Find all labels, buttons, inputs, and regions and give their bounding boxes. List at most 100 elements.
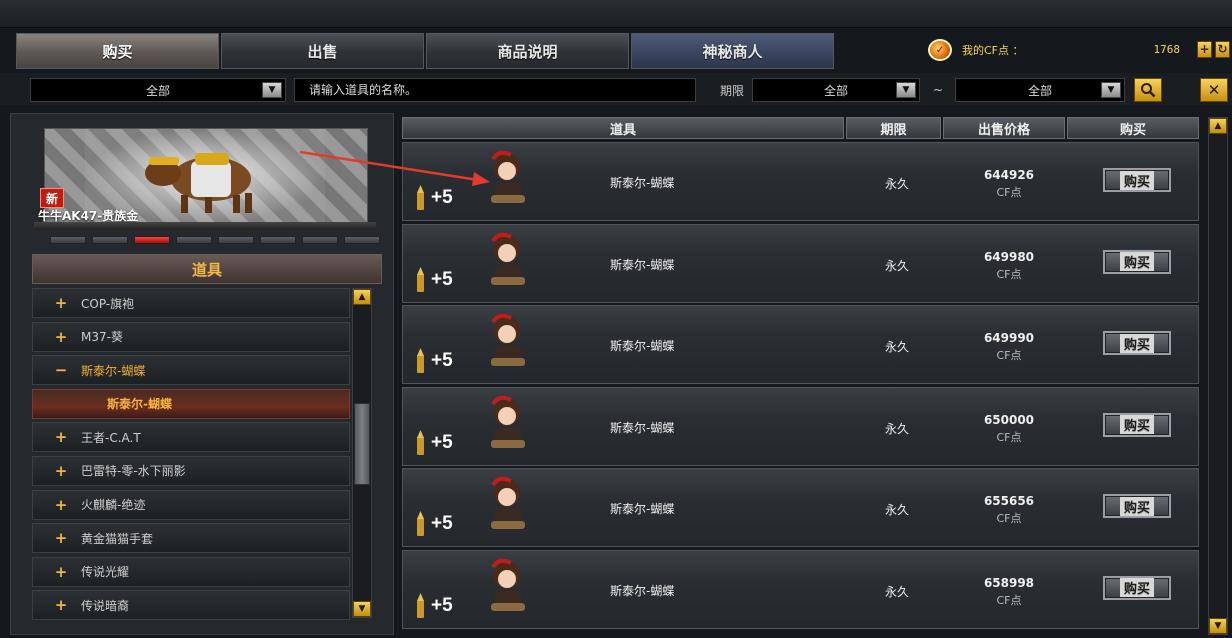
period-to-select[interactable]: 全部 ▼ <box>955 78 1125 102</box>
search-button[interactable] <box>1134 78 1162 102</box>
tree-item[interactable]: − 斯泰尔-蝴蝶 <box>32 355 350 386</box>
expand-icon[interactable]: + <box>41 529 81 547</box>
tree-item-label: M37-葵 <box>81 330 123 345</box>
table-row: +5 斯泰尔-蝴蝶 永久 650000 CF点 购买 <box>402 386 1199 466</box>
pager-dot[interactable] <box>344 236 380 244</box>
pager-dot[interactable] <box>218 236 254 244</box>
buy-button[interactable]: 购买 <box>1103 494 1171 519</box>
tree-item[interactable]: + M37-葵 <box>32 321 350 352</box>
tab-item-description[interactable]: 商品说明 <box>426 33 629 69</box>
tree-item[interactable]: + 火麒麟-绝迹 <box>32 489 350 520</box>
banner-base <box>34 222 376 230</box>
scroll-down-icon[interactable]: ▼ <box>1209 618 1227 634</box>
tab-buy[interactable]: 购买 <box>16 33 219 69</box>
tree-item-label: 斯泰尔-蝴蝶 <box>107 397 172 412</box>
top-strip <box>0 0 1232 28</box>
tree-item-label: COP-旗袍 <box>81 296 135 311</box>
refresh-button[interactable]: ↻ <box>1215 41 1230 58</box>
pager-dot[interactable] <box>176 236 212 244</box>
add-points-button[interactable]: + <box>1197 41 1212 58</box>
buy-button-label: 购买 <box>1119 333 1154 353</box>
search-icon <box>1141 83 1156 98</box>
expand-icon[interactable]: + <box>41 294 81 312</box>
item-search-input[interactable]: 请输入道具的名称。 <box>294 78 696 102</box>
tree-item[interactable]: + 王者-C.A.T <box>32 422 350 453</box>
category-select-value: 全部 <box>145 83 170 98</box>
expand-icon[interactable]: + <box>41 563 81 581</box>
item-period: 永久 <box>885 584 910 599</box>
price-unit: CF点 <box>996 512 1022 526</box>
pager-dot[interactable] <box>302 236 338 244</box>
column-price: 出售价格 <box>943 117 1065 139</box>
item-price: 649980 <box>983 249 1035 264</box>
enhance-level: +5 <box>431 268 453 290</box>
expand-icon[interactable]: + <box>41 596 81 614</box>
item-price: 650000 <box>983 412 1035 427</box>
table-header: 道具 期限 出售价格 购买 <box>402 117 1199 139</box>
period-label: 期限 <box>720 84 745 98</box>
tab-sell[interactable]: 出售 <box>221 33 424 69</box>
tree-item[interactable]: + 传说暗裔 <box>32 590 350 621</box>
buy-button[interactable]: 购买 <box>1103 575 1171 600</box>
expand-icon[interactable]: + <box>41 328 81 346</box>
item-name: 斯泰尔-蝴蝶 <box>610 176 675 190</box>
enhance-level: +5 <box>431 350 453 372</box>
scroll-thumb[interactable] <box>354 403 370 485</box>
tab-bar: 购买 出售 商品说明 神秘商人 <box>16 33 834 69</box>
period-from-select[interactable]: 全部 ▼ <box>752 78 920 102</box>
tree-item[interactable]: + COP-旗袍 <box>32 288 350 318</box>
price-unit: CF点 <box>996 593 1022 607</box>
tree-item[interactable]: + 黄金猫猫手套 <box>32 523 350 554</box>
table-row: +5 斯泰尔-蝴蝶 永久 655656 CF点 购买 <box>402 468 1199 548</box>
item-period: 永久 <box>885 421 910 436</box>
close-button[interactable]: ✕ <box>1200 78 1228 102</box>
table-scrollbar[interactable]: ▲ ▼ <box>1208 117 1228 635</box>
ammo-icon <box>416 348 425 374</box>
buy-button[interactable]: 购买 <box>1103 331 1171 356</box>
scroll-up-icon[interactable]: ▲ <box>353 289 371 305</box>
tree-scrollbar[interactable]: ▲ ▼ <box>352 288 372 618</box>
range-tilde: ~ <box>933 83 944 97</box>
chevron-down-icon[interactable]: ▼ <box>262 82 282 98</box>
tab-mystery-merchant[interactable]: 神秘商人 <box>631 33 834 69</box>
tree-item[interactable]: + 传说光耀 <box>32 556 350 587</box>
category-select[interactable]: 全部 ▼ <box>30 78 286 102</box>
pager-dot[interactable] <box>92 236 128 244</box>
chevron-down-icon[interactable]: ▼ <box>896 82 916 98</box>
period-to-value: 全部 <box>1027 83 1052 98</box>
collapse-icon[interactable]: − <box>41 361 81 379</box>
buy-button[interactable]: 购买 <box>1103 412 1171 437</box>
table-row: +5 斯泰尔-蝴蝶 永久 649980 CF点 购买 <box>402 223 1199 303</box>
buy-button[interactable]: 购买 <box>1103 168 1171 192</box>
tree-item[interactable]: + 巴雷特-零-水下丽影 <box>32 455 350 486</box>
scroll-down-icon[interactable]: ▼ <box>353 601 371 617</box>
expand-icon[interactable]: + <box>41 428 81 446</box>
pager-dot-active[interactable] <box>134 236 170 244</box>
price-unit: CF点 <box>996 349 1022 363</box>
buy-button-label: 购买 <box>1119 496 1154 516</box>
price-unit: CF点 <box>996 267 1022 281</box>
tree-item-label: 斯泰尔-蝴蝶 <box>81 363 146 378</box>
item-price: 649990 <box>983 331 1035 346</box>
item-period: 永久 <box>885 340 910 355</box>
cf-points-label: 我的CF点 ： <box>962 44 1024 57</box>
scroll-up-icon[interactable]: ▲ <box>1209 118 1227 134</box>
enhance-level: +5 <box>431 513 453 535</box>
expand-icon[interactable]: + <box>41 496 81 514</box>
tree-item-label: 火麒麟-绝迹 <box>81 498 146 513</box>
pager-dot[interactable] <box>260 236 296 244</box>
plus-icon: + <box>1199 42 1210 56</box>
column-item: 道具 <box>402 117 844 139</box>
buy-button-label: 购买 <box>1119 578 1154 598</box>
tree-subitem[interactable]: 斯泰尔-蝴蝶 <box>32 388 350 419</box>
table-row: +5 斯泰尔-蝴蝶 永久 658998 CF点 购买 <box>402 549 1199 629</box>
pager-dot[interactable] <box>50 236 86 244</box>
buy-button[interactable]: 购买 <box>1103 249 1171 274</box>
category-header: 道具 <box>32 254 382 284</box>
chevron-down-icon[interactable]: ▼ <box>1101 82 1121 98</box>
expand-icon[interactable]: + <box>41 462 81 480</box>
character-avatar <box>483 231 533 289</box>
table-row: +5 斯泰尔-蝴蝶 永久 649990 CF点 购买 <box>402 305 1199 385</box>
item-period: 永久 <box>885 177 910 191</box>
table-row: +5 斯泰尔-蝴蝶 永久 644926 CF点 购买 <box>402 142 1199 221</box>
